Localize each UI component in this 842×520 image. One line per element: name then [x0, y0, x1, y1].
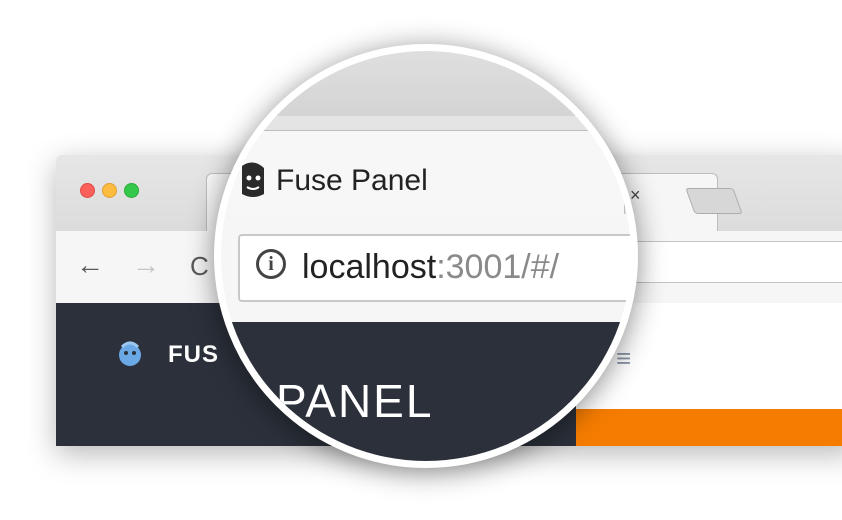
minimize-window-button[interactable] — [102, 183, 117, 198]
favicon-icon — [236, 160, 270, 209]
new-tab-button[interactable] — [685, 188, 743, 214]
url-path: :3001/#/ — [436, 248, 560, 286]
magnified-view: Fuse Panel i localhost:3001/#/ PANEL — [221, 51, 631, 461]
zoom-window-button[interactable] — [124, 183, 139, 198]
brand-name: FUS — [168, 341, 219, 368]
forward-arrow-icon[interactable]: → — [132, 249, 160, 281]
url-host: localhost — [302, 248, 437, 286]
panel-wordmark: PANEL — [276, 375, 434, 427]
tab-close-icon[interactable]: × — [630, 185, 641, 206]
url-text[interactable]: localhost:3001/#/ — [302, 248, 559, 287]
close-window-button[interactable] — [80, 183, 95, 198]
info-icon[interactable]: i — [256, 249, 286, 279]
tab-title: Fuse Panel — [276, 164, 428, 197]
magnified-titlebar — [221, 51, 631, 116]
reload-icon[interactable]: C — [190, 251, 209, 282]
back-arrow-icon[interactable]: ← — [76, 249, 104, 281]
magnifier-lens: Fuse Panel i localhost:3001/#/ PANEL — [214, 44, 638, 468]
fuse-logo-icon — [116, 339, 144, 376]
